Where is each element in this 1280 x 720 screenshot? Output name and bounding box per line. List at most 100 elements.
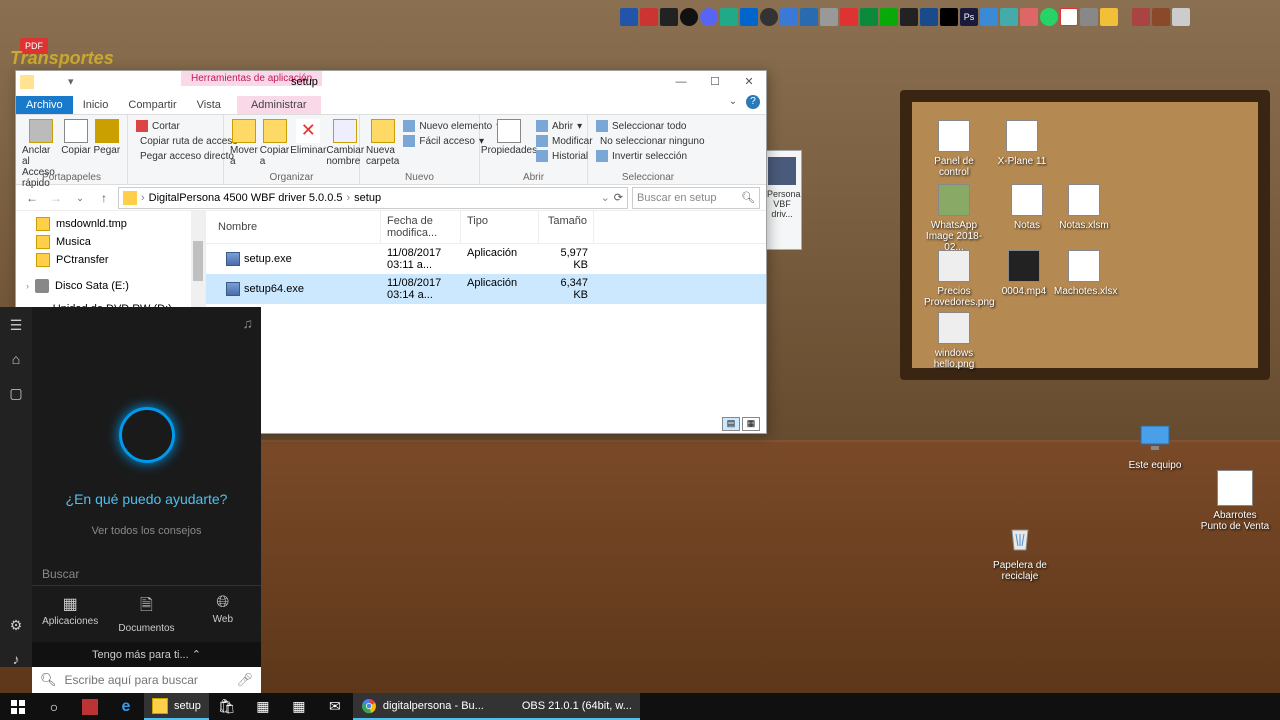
cortana-button[interactable]: ○ bbox=[36, 693, 72, 720]
copy-path-button[interactable]: Copiar ruta de acceso bbox=[134, 134, 217, 148]
cortana-tab-apps[interactable]: ▦Aplicaciones bbox=[32, 586, 108, 642]
background-window[interactable]: lPersona VBF driv... bbox=[762, 150, 802, 250]
edit-button[interactable]: Modificar bbox=[534, 134, 595, 148]
cortana-more[interactable]: Tengo más para ti... ⌃ bbox=[32, 642, 261, 667]
new-folder-button[interactable]: Nueva carpeta bbox=[366, 117, 399, 167]
address-dropdown[interactable]: ⌄ bbox=[601, 191, 610, 204]
search-input[interactable]: Buscar en setup🔍︎ bbox=[632, 187, 760, 209]
tray-icon[interactable] bbox=[720, 8, 738, 26]
breadcrumb[interactable]: › DigitalPersona 4500 WBF driver 5.0.0.5… bbox=[118, 187, 628, 209]
close-button[interactable]: ✕ bbox=[732, 71, 766, 93]
column-headers[interactable]: Nombre Fecha de modifica... Tipo Tamaño bbox=[206, 211, 766, 244]
help-icon[interactable]: ? bbox=[746, 95, 760, 109]
taskbar-app-explorer[interactable]: setup bbox=[144, 693, 209, 720]
taskbar-app[interactable] bbox=[72, 693, 108, 720]
calculator-button[interactable]: ▦ bbox=[281, 693, 317, 720]
taskbar-search[interactable]: 🔍︎ 🎤︎ bbox=[32, 667, 261, 693]
cortana-tips-link[interactable]: Ver todos los consejos bbox=[91, 525, 201, 537]
desktop-shortcut[interactable]: WhatsApp Image 2018-02... bbox=[924, 184, 984, 253]
back-button[interactable]: ← bbox=[22, 188, 42, 208]
qat-icon[interactable] bbox=[36, 75, 50, 89]
this-pc-icon[interactable]: Este equipo bbox=[1120, 420, 1190, 471]
discord-icon[interactable] bbox=[700, 8, 718, 26]
invert-selection-button[interactable]: Invertir selección bbox=[594, 149, 702, 163]
tree-item[interactable]: ›Disco Sata (E:) bbox=[16, 277, 205, 295]
title-bar[interactable]: ▾ Herramientas de aplicación setup — ☐ ✕ bbox=[16, 71, 766, 93]
tab-administrar[interactable]: Administrar bbox=[237, 96, 321, 114]
refresh-button[interactable]: ⟳ bbox=[614, 191, 623, 204]
tab-vista[interactable]: Vista bbox=[187, 96, 231, 114]
tray-icon[interactable] bbox=[880, 8, 898, 26]
home-icon[interactable]: ⌂ bbox=[8, 351, 24, 367]
tab-inicio[interactable]: Inicio bbox=[73, 96, 119, 114]
tree-item[interactable]: Musica bbox=[16, 233, 205, 251]
tray-icon[interactable] bbox=[620, 8, 638, 26]
tray-icon[interactable] bbox=[840, 8, 858, 26]
view-details-button[interactable]: ▤ bbox=[722, 417, 740, 431]
tray-icon[interactable] bbox=[940, 8, 958, 26]
calendar-button[interactable]: ▦ bbox=[245, 693, 281, 720]
ribbon-collapse-icon[interactable]: ⌄ bbox=[726, 95, 740, 109]
tray-icon[interactable] bbox=[1152, 8, 1170, 26]
file-row[interactable]: setup.exe 11/08/2017 03:11 a... Aplicaci… bbox=[206, 244, 766, 274]
music-icon[interactable]: ♫ bbox=[243, 315, 254, 331]
tray-icon[interactable] bbox=[1100, 8, 1118, 26]
forward-button[interactable]: → bbox=[46, 188, 66, 208]
tree-item[interactable]: PCtransfer bbox=[16, 251, 205, 269]
history-button[interactable]: Historial bbox=[534, 149, 595, 163]
tree-item[interactable]: msdownld.tmp bbox=[16, 215, 205, 233]
paste-shortcut-button[interactable]: Pegar acceso directo bbox=[134, 149, 217, 163]
tab-archivo[interactable]: Archivo bbox=[16, 96, 73, 114]
desktop-shortcut[interactable]: 0004.mp4 bbox=[994, 250, 1054, 297]
settings-icon[interactable]: ⚙ bbox=[8, 617, 24, 633]
search-icon[interactable]: 🔍︎ bbox=[741, 191, 755, 204]
tab-compartir[interactable]: Compartir bbox=[118, 96, 186, 114]
taskbar-app-chrome[interactable]: digitalpersona - Bu... bbox=[353, 693, 492, 720]
feedback-icon[interactable]: ♪ bbox=[8, 651, 24, 667]
move-to-button[interactable]: Mover a bbox=[230, 117, 258, 167]
desktop-shortcut[interactable]: Abarrotes Punto de Venta bbox=[1200, 470, 1270, 532]
tray-icon[interactable] bbox=[860, 8, 878, 26]
tray-icon[interactable] bbox=[660, 8, 678, 26]
cut-button[interactable]: Cortar bbox=[134, 119, 217, 133]
tray-icon[interactable] bbox=[780, 8, 798, 26]
recycle-bin-icon[interactable]: Papelera de reciclaje bbox=[985, 520, 1055, 582]
tray-icon[interactable] bbox=[1000, 8, 1018, 26]
recent-button[interactable]: ⌄ bbox=[70, 188, 90, 208]
taskbar-app-obs[interactable]: OBS 21.0.1 (64bit, w... bbox=[492, 693, 640, 720]
cortana-ring[interactable] bbox=[119, 407, 175, 463]
view-icons-button[interactable]: ▦ bbox=[742, 417, 760, 431]
mic-icon[interactable]: 🎤︎ bbox=[236, 672, 253, 688]
tray-icon[interactable] bbox=[800, 8, 818, 26]
search-input[interactable] bbox=[65, 673, 229, 687]
minimize-button[interactable]: — bbox=[664, 71, 698, 93]
desktop-shortcut[interactable]: Panel de control bbox=[924, 120, 984, 178]
desktop-shortcut[interactable]: windows hello.png bbox=[924, 312, 984, 370]
desktop-shortcut[interactable]: Notas.xlsm bbox=[1054, 184, 1114, 231]
notebook-icon[interactable]: ▢ bbox=[8, 385, 24, 401]
up-button[interactable]: ↑ bbox=[94, 188, 114, 208]
desktop-shortcut[interactable]: Machotes.xlsx bbox=[1054, 250, 1114, 297]
desktop-shortcut[interactable]: Precios Provedores.png bbox=[924, 250, 984, 308]
tray-icon[interactable] bbox=[640, 8, 658, 26]
desktop-shortcut[interactable]: Notas bbox=[997, 184, 1057, 231]
start-button[interactable] bbox=[0, 693, 36, 720]
photoshop-icon[interactable]: Ps bbox=[960, 8, 978, 26]
mail-button[interactable]: ✉ bbox=[317, 693, 353, 720]
tray-icon[interactable] bbox=[1132, 8, 1150, 26]
file-list[interactable]: Nombre Fecha de modifica... Tipo Tamaño … bbox=[206, 211, 766, 435]
tray-icon[interactable] bbox=[740, 8, 758, 26]
tray-icon[interactable] bbox=[820, 8, 838, 26]
cortana-tab-docs[interactable]: 🗎Documentos bbox=[108, 586, 184, 642]
maximize-button[interactable]: ☐ bbox=[698, 71, 732, 93]
edge-button[interactable]: e bbox=[108, 693, 144, 720]
qat-dropdown[interactable]: ▾ bbox=[68, 75, 82, 89]
select-none-button[interactable]: No seleccionar ninguno bbox=[594, 134, 702, 148]
copy-to-button[interactable]: Copiar a bbox=[260, 117, 289, 167]
tray-icon[interactable] bbox=[1080, 8, 1098, 26]
tray-icon[interactable] bbox=[980, 8, 998, 26]
tray-icon[interactable] bbox=[920, 8, 938, 26]
select-all-button[interactable]: Seleccionar todo bbox=[594, 119, 702, 133]
delete-button[interactable]: ✕Eliminar bbox=[291, 117, 325, 167]
obs-icon[interactable] bbox=[760, 8, 778, 26]
